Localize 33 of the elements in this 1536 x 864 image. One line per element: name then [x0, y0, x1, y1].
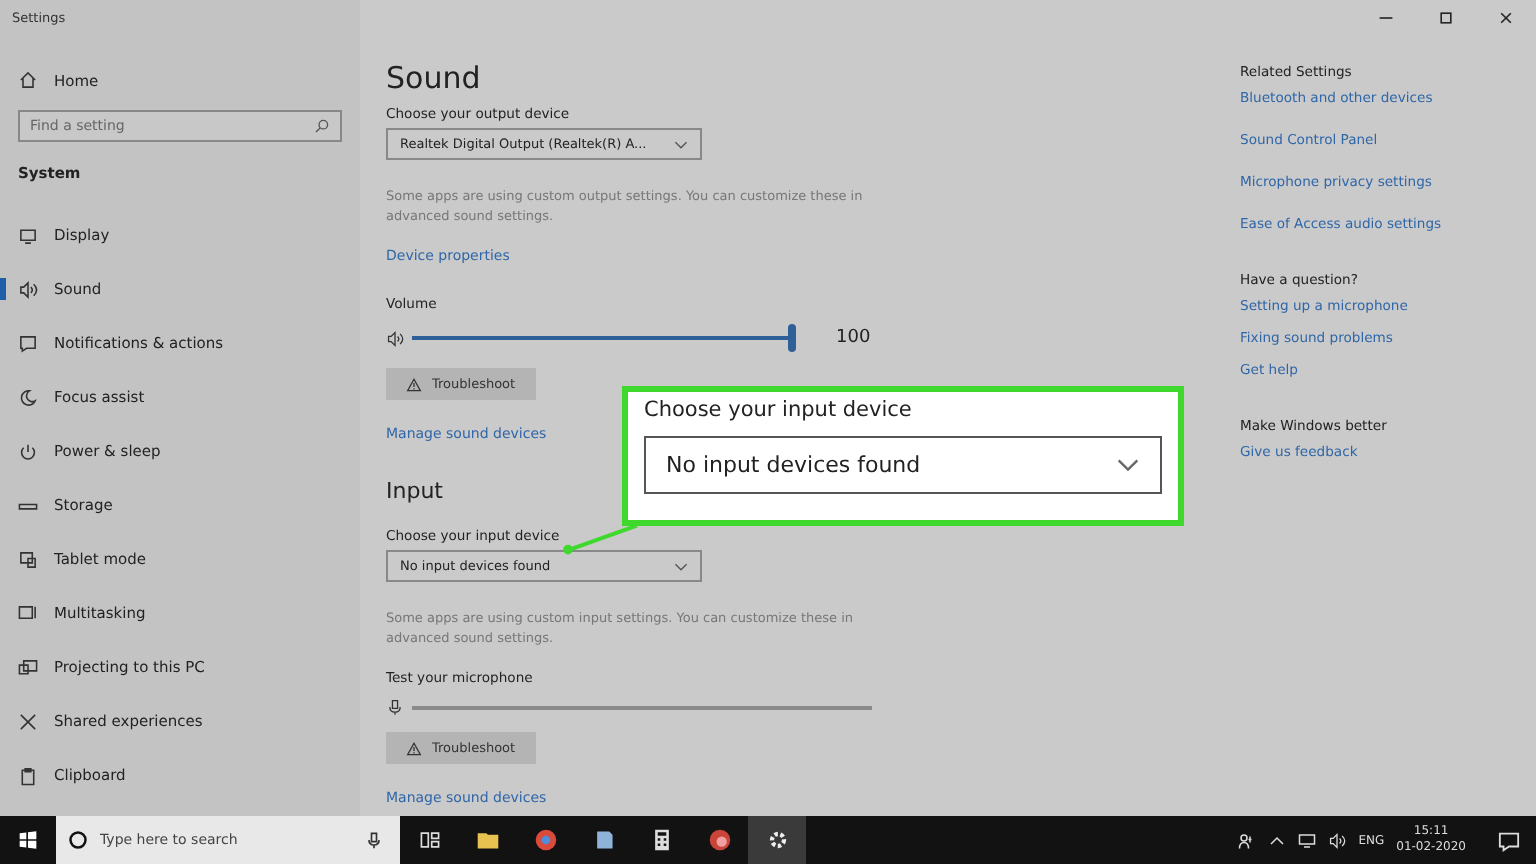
chevron-up-icon[interactable] [1268, 831, 1287, 849]
taskbar-app-icon[interactable] [748, 816, 806, 864]
menu-item-icon [18, 333, 38, 353]
home-icon [18, 70, 38, 90]
menu-item-icon [18, 765, 38, 785]
chevron-down-icon [1116, 458, 1140, 472]
people-icon[interactable] [1238, 831, 1257, 849]
chevron-down-icon [674, 561, 688, 571]
page-title: Sound [386, 60, 483, 96]
network-icon[interactable] [1298, 831, 1317, 849]
chevron-down-icon [674, 139, 688, 149]
menu-item-icon [18, 603, 38, 623]
volume-icon[interactable] [1328, 831, 1347, 849]
volume-reading: 100 [836, 328, 871, 348]
search-icon [314, 118, 330, 134]
slider-thumb[interactable] [788, 324, 796, 352]
callout-label: Choose your input device [644, 398, 914, 422]
speaker-icon [386, 329, 404, 347]
menu-item-icon [18, 711, 38, 731]
cortana-circle-icon[interactable] [68, 830, 88, 850]
menu-item-icon [18, 657, 38, 677]
microphone-icon [386, 698, 404, 716]
menu-item-icon [18, 225, 38, 245]
volume-slider[interactable] [412, 324, 796, 352]
menu-item-icon [18, 549, 38, 569]
warning-icon [406, 377, 422, 391]
menu-item-icon [18, 441, 38, 461]
warning-icon [406, 741, 422, 755]
microphone-icon[interactable] [364, 830, 384, 850]
notification-icon[interactable] [1498, 829, 1520, 851]
section-heading: Input [386, 478, 445, 504]
menu-item-icon [18, 387, 38, 407]
menu-item-icon [18, 279, 38, 299]
